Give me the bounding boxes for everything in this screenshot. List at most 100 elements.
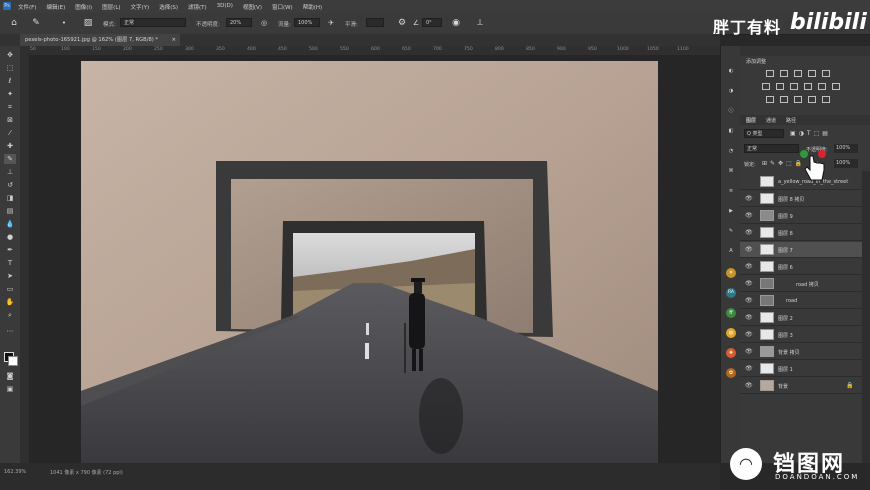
screen-mode-icon[interactable]: ▣: [4, 384, 16, 394]
menu-layer[interactable]: 图层(L): [102, 3, 120, 11]
layers-panel-icon[interactable]: ◧: [726, 126, 736, 136]
eye-icon[interactable]: 👁: [745, 348, 753, 355]
home-icon[interactable]: ⌂: [8, 17, 20, 29]
pen-tool-icon[interactable]: ✒: [4, 245, 16, 255]
more-tools-icon[interactable]: ⋯: [4, 326, 16, 336]
photo-filter-adjust-icon[interactable]: [804, 83, 812, 90]
exposure-adjust-icon[interactable]: [808, 70, 816, 77]
pressure-size-icon[interactable]: ◉: [450, 17, 462, 29]
eye-icon[interactable]: 👁: [745, 246, 753, 253]
airbrush-icon[interactable]: ✈: [325, 17, 337, 29]
document-canvas[interactable]: [81, 61, 658, 473]
document-tab[interactable]: pexels-photo-165921.jpg @ 162% (图层 7, RG…: [20, 34, 180, 46]
color-balance-adjust-icon[interactable]: [776, 83, 784, 90]
menu-help[interactable]: 帮助(H): [303, 3, 322, 11]
plugin-ra-icon[interactable]: RA: [726, 288, 736, 298]
layer-filter-select[interactable]: Q 类型: [744, 129, 784, 138]
layers-scrollbar[interactable]: [862, 171, 870, 463]
adjustments-panel-icon[interactable]: ◑: [726, 86, 736, 96]
levels-adjust-icon[interactable]: [780, 70, 788, 77]
eye-icon[interactable]: 👁: [745, 195, 753, 202]
history-brush-icon[interactable]: ↺: [4, 180, 16, 190]
layer-row[interactable]: 👁 背景 拷贝: [740, 344, 862, 360]
invert-adjust-icon[interactable]: [766, 96, 774, 103]
gradient-map-adjust-icon[interactable]: [808, 96, 816, 103]
eye-icon[interactable]: 👁: [745, 280, 753, 287]
marquee-tool-icon[interactable]: ⬚: [4, 63, 16, 73]
eye-icon[interactable]: 👁: [745, 365, 753, 372]
eraser-icon[interactable]: ◨: [4, 193, 16, 203]
angle-input[interactable]: 0°: [422, 18, 442, 27]
channel-mixer-adjust-icon[interactable]: [818, 83, 826, 90]
history-panel-icon[interactable]: ≡: [726, 186, 736, 196]
plugin-orange-icon[interactable]: ❖: [726, 348, 736, 358]
background-color-swatch[interactable]: [8, 356, 18, 366]
quick-select-icon[interactable]: ✦: [4, 89, 16, 99]
bw-adjust-icon[interactable]: [790, 83, 798, 90]
layer-row[interactable]: 👁 图层 8: [740, 225, 862, 241]
layer-row[interactable]: 👁 图层 6: [740, 259, 862, 275]
character-panel-icon[interactable]: A: [726, 246, 736, 256]
shape-tool-icon[interactable]: ▭: [4, 284, 16, 294]
path-select-icon[interactable]: ➤: [4, 271, 16, 281]
layer-row[interactable]: 👁 road: [740, 293, 862, 309]
eye-icon[interactable]: 👁: [745, 229, 753, 236]
type-tool-icon[interactable]: T: [4, 258, 16, 268]
eyedropper-icon[interactable]: ⁄: [4, 128, 16, 138]
menu-type[interactable]: 文字(Y): [131, 3, 150, 11]
close-icon[interactable]: ×: [172, 34, 176, 46]
flow-input[interactable]: 100%: [294, 18, 320, 27]
fill-input[interactable]: 100%: [834, 159, 858, 168]
plugin-color-icon[interactable]: ◍: [726, 328, 736, 338]
layer-row[interactable]: 👁 图层 2: [740, 310, 862, 326]
brush-tool-icon[interactable]: ✎: [30, 17, 42, 29]
tab-layers[interactable]: 图层: [746, 117, 756, 124]
menu-select[interactable]: 选择(S): [159, 3, 178, 11]
mode-select[interactable]: 正常: [120, 18, 186, 27]
opacity-input[interactable]: 20%: [226, 18, 252, 27]
menu-file[interactable]: 文件(F): [18, 3, 36, 11]
move-tool-icon[interactable]: ✥: [4, 50, 16, 60]
channels-panel-icon[interactable]: ◔: [726, 146, 736, 156]
eye-icon[interactable]: 👁: [745, 212, 753, 219]
pressure-opacity-icon[interactable]: ◎: [258, 17, 270, 29]
plugin-brown-icon[interactable]: ✿: [726, 368, 736, 378]
layer-opacity-input[interactable]: 100%: [834, 144, 858, 153]
brush-settings-icon[interactable]: ▨: [82, 17, 94, 29]
blend-mode-select[interactable]: 正常: [744, 144, 799, 153]
smoothing-input[interactable]: [366, 18, 384, 27]
layer-row[interactable]: 👁 图层 8 拷贝: [740, 191, 862, 207]
angle-icon[interactable]: ∠: [410, 17, 422, 29]
selective-color-adjust-icon[interactable]: [822, 96, 830, 103]
eye-icon[interactable]: 👁: [745, 263, 753, 270]
layer-row[interactable]: 👁 road 拷贝: [740, 276, 862, 292]
eye-icon[interactable]: 👁: [745, 314, 753, 321]
plugin-x-icon[interactable]: ✕: [726, 268, 736, 278]
crop-tool-icon[interactable]: ⌗: [4, 102, 16, 112]
blur-tool-icon[interactable]: 💧: [4, 219, 16, 229]
paths-panel-icon[interactable]: ⌘: [726, 166, 736, 176]
menu-filter[interactable]: 滤镜(T): [188, 3, 207, 11]
dodge-tool-icon[interactable]: ●: [4, 232, 16, 242]
healing-brush-icon[interactable]: ✚: [4, 141, 16, 151]
zoom-tool-icon[interactable]: ⌕: [4, 310, 16, 320]
hue-sat-adjust-icon[interactable]: [762, 83, 770, 90]
gradient-icon[interactable]: ▤: [4, 206, 16, 216]
brightness-adjust-icon[interactable]: [766, 70, 774, 77]
quick-mask-icon[interactable]: ◙: [4, 371, 16, 381]
tab-paths[interactable]: 路径: [786, 117, 796, 124]
color-lookup-adjust-icon[interactable]: [832, 83, 840, 90]
tab-channels[interactable]: 通道: [766, 117, 776, 124]
vibrance-adjust-icon[interactable]: [822, 70, 830, 77]
eye-icon[interactable]: 👁: [745, 297, 753, 304]
layer-filter-icons[interactable]: ▣◑T⬚▤: [790, 130, 831, 137]
lock-icons[interactable]: ⊞✎✥⬚🔒: [762, 160, 805, 167]
menu-view[interactable]: 视图(V): [243, 3, 262, 11]
layer-row[interactable]: 👁 图层 3: [740, 327, 862, 343]
curves-adjust-icon[interactable]: [794, 70, 802, 77]
info-panel-icon[interactable]: ⓘ: [726, 106, 736, 116]
menu-edit[interactable]: 编辑(E): [46, 3, 65, 11]
menu-image[interactable]: 图像(I): [75, 3, 92, 11]
brush-panel-icon[interactable]: ✎: [726, 226, 736, 236]
zoom-level[interactable]: 162.39%: [4, 469, 26, 475]
